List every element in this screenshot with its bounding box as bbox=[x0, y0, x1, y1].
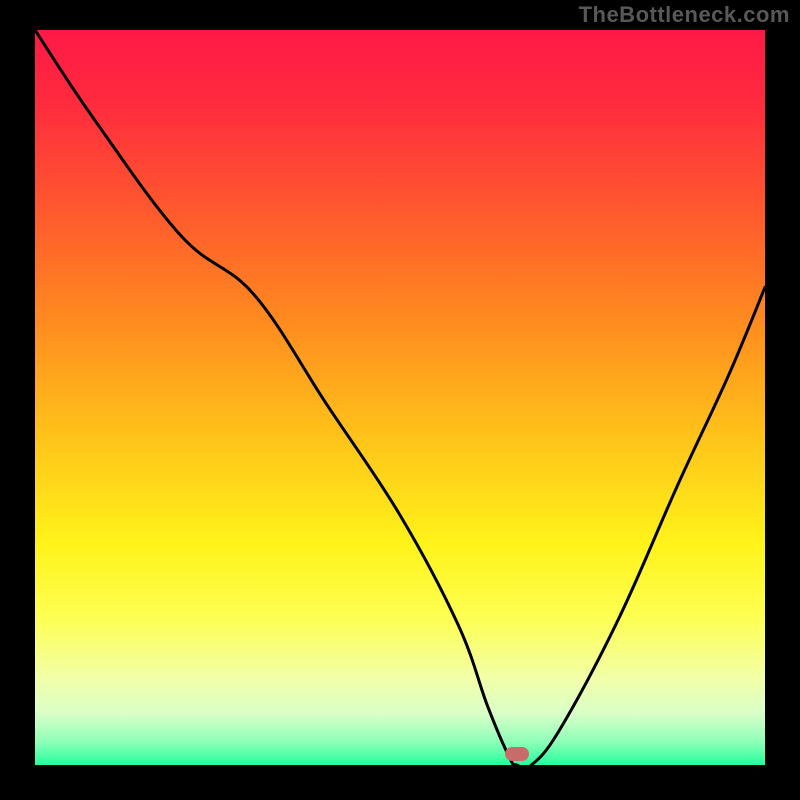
plot-area bbox=[35, 30, 765, 765]
watermark-text: TheBottleneck.com bbox=[579, 2, 790, 28]
bottleneck-curve bbox=[35, 30, 765, 765]
selected-point-marker bbox=[505, 747, 529, 761]
chart-frame: TheBottleneck.com bbox=[0, 0, 800, 800]
